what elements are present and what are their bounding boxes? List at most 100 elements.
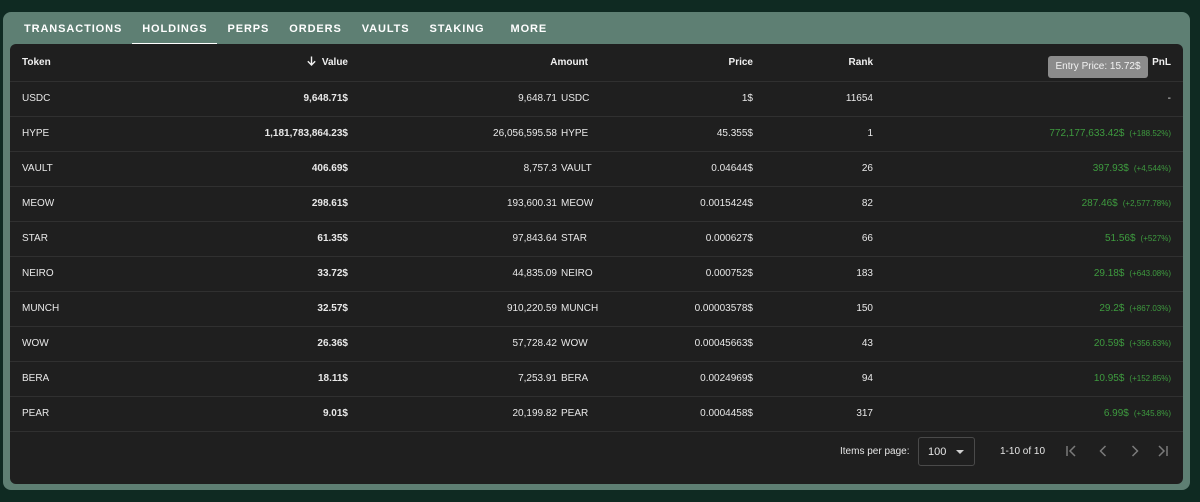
cell-pnl: 287.46$ (+2,577.78%) [885, 186, 1183, 222]
table-row[interactable]: VAULT 406.69$ 8,757.3 VAULT 0.04644$ 26 397.93… [10, 151, 1183, 187]
cell-rank: 66 [765, 221, 885, 257]
cell-rank: 94 [765, 361, 885, 397]
cell-value: 298.61$ [140, 186, 360, 222]
entry-price-tooltip: Entry Price: 15.72$ [1048, 56, 1148, 78]
cell-pnl: 397.93$ (+4,544%) [885, 151, 1183, 187]
tab-transactions[interactable]: TRANSACTIONS [14, 12, 132, 46]
amount-symbol: MUNCH [561, 303, 599, 314]
cell-value: 32.57$ [140, 291, 360, 327]
table-row[interactable]: USDC 9,648.71$ 9,648.71 USDC 1$ 11654- [10, 81, 1183, 117]
cell-value: 9.01$ [140, 396, 360, 432]
amount-symbol: STAR [561, 233, 587, 244]
pnl-percent: (+867.03%) [1129, 304, 1171, 313]
tab-bar: TRANSACTIONS HOLDINGS PERPS ORDERS VAULT… [3, 12, 1190, 46]
tab-vaults[interactable]: VAULTS [352, 12, 420, 46]
cell-token: NEIRO [10, 256, 140, 292]
cell-value: 1,181,783,864.23$ [140, 116, 360, 152]
header-price[interactable]: Price [600, 44, 765, 82]
header-rank[interactable]: Rank [765, 44, 885, 82]
table-row[interactable]: BERA 18.11$ 7,253.91 BERA 0.0024969$ 94 10.95$… [10, 361, 1183, 397]
amount-number: 57,728.42 [512, 338, 558, 349]
table-row[interactable]: STAR 61.35$ 97,843.64 STAR 0.000627$ 66 51.56$… [10, 221, 1183, 257]
amount-number: 8,757.3 [523, 163, 557, 174]
amount-number: 20,199.82 [512, 408, 558, 419]
header-token[interactable]: Token [10, 44, 140, 82]
holdings-panel: Token Value Amount Price Rank PnL USDC 9,… [10, 44, 1183, 484]
table-row[interactable]: MUNCH 32.57$ 910,220.59 MUNCH 0.00003578$ 150… [10, 291, 1183, 327]
cell-pnl: 29.2$ (+867.03%) [885, 291, 1183, 327]
table-row[interactable]: WOW 26.36$ 57,728.42 WOW 0.00045663$ 43 20.59$… [10, 326, 1183, 362]
items-per-page-select[interactable]: 100 [918, 437, 975, 466]
cell-token: BERA [10, 361, 140, 397]
tab-perps[interactable]: PERPS [217, 12, 279, 46]
cell-rank: 11654 [765, 81, 885, 117]
cell-price: 0.000752$ [600, 256, 765, 292]
header-value[interactable]: Value [140, 44, 360, 82]
cell-amount: 57,728.42 WOW [360, 326, 600, 362]
prev-page-icon[interactable] [1093, 441, 1113, 461]
pnl-value: 6.99$ [1103, 408, 1129, 419]
first-page-icon[interactable] [1061, 441, 1081, 461]
cell-price: 0.00003578$ [600, 291, 765, 327]
cell-token: USDC [10, 81, 140, 117]
cell-value: 26.36$ [140, 326, 360, 362]
cell-value: 61.35$ [140, 221, 360, 257]
amount-number: 97,843.64 [512, 233, 558, 244]
next-page-icon[interactable] [1125, 441, 1145, 461]
cell-pnl: - [885, 81, 1183, 117]
cell-amount: 910,220.59 MUNCH [360, 291, 600, 327]
tab-staking[interactable]: STAKING [420, 12, 495, 46]
amount-symbol: PEAR [561, 408, 589, 419]
pnl-value: 397.93$ [1092, 163, 1129, 174]
cell-price: 0.04644$ [600, 151, 765, 187]
cell-amount: 20,199.82 PEAR [360, 396, 600, 432]
cell-token: PEAR [10, 396, 140, 432]
cell-amount: 97,843.64 STAR [360, 221, 600, 257]
cell-token: STAR [10, 221, 140, 257]
pnl-percent: (+2,577.78%) [1122, 199, 1171, 208]
cell-pnl: 6.99$ (+345.8%) [885, 396, 1183, 432]
amount-symbol: USDC [561, 93, 590, 104]
pagination-range: 1-10 of 10 [1000, 446, 1046, 457]
pnl-value: 287.46$ [1081, 198, 1118, 209]
cell-pnl: 772,177,633.42$ (+188.52%) [885, 116, 1183, 152]
cell-rank: 317 [765, 396, 885, 432]
amount-number: 9,648.71 [518, 93, 557, 104]
header-amount[interactable]: Amount [360, 44, 600, 82]
table-row[interactable]: PEAR 9.01$ 20,199.82 PEAR 0.0004458$ 317 6.99$… [10, 396, 1183, 432]
table-row[interactable]: HYPE 1,181,783,864.23$ 26,056,595.58 HYPE 45… [10, 116, 1183, 152]
items-per-page-value: 100 [928, 446, 947, 458]
cell-amount: 8,757.3 VAULT [360, 151, 600, 187]
pnl-percent: (+4,544%) [1133, 164, 1171, 173]
cell-rank: 1 [765, 116, 885, 152]
table-row[interactable]: MEOW 298.61$ 193,600.31 MEOW 0.0015424$ 82 287… [10, 186, 1183, 222]
pnl-value: 29.2$ [1099, 303, 1125, 314]
cell-value: 33.72$ [140, 256, 360, 292]
cell-rank: 150 [765, 291, 885, 327]
cell-pnl: 51.56$ (+527%) [885, 221, 1183, 257]
pnl-percent: (+643.08%) [1129, 269, 1171, 278]
table-row[interactable]: NEIRO 33.72$ 44,835.09 NEIRO 0.000752$ 183 29.… [10, 256, 1183, 292]
cell-price: 0.0024969$ [600, 361, 765, 397]
cell-pnl: 10.95$ (+152.85%) [885, 361, 1183, 397]
cell-amount: 7,253.91 BERA [360, 361, 600, 397]
caret-down-icon [956, 450, 964, 454]
cell-rank: 82 [765, 186, 885, 222]
table-header-row: Token Value Amount Price Rank PnL [10, 44, 1183, 82]
cell-value: 406.69$ [140, 151, 360, 187]
tab-holdings[interactable]: HOLDINGS [132, 12, 218, 46]
amount-number: 7,253.91 [518, 373, 557, 384]
amount-number: 910,220.59 [506, 303, 557, 314]
last-page-icon[interactable] [1153, 441, 1173, 461]
amount-symbol: NEIRO [561, 268, 593, 279]
amount-number: 44,835.09 [512, 268, 558, 279]
cell-price: 1$ [600, 81, 765, 117]
pnl-percent: (+527%) [1140, 234, 1171, 243]
pnl-percent: (+345.8%) [1133, 409, 1171, 418]
tab-orders[interactable]: ORDERS [279, 12, 351, 46]
pnl-value: 51.56$ [1104, 233, 1136, 244]
tab-more[interactable]: MORE [501, 12, 558, 46]
cell-amount: 193,600.31 MEOW [360, 186, 600, 222]
items-per-page-label: Items per page: [840, 446, 910, 457]
cell-value: 9,648.71$ [140, 81, 360, 117]
